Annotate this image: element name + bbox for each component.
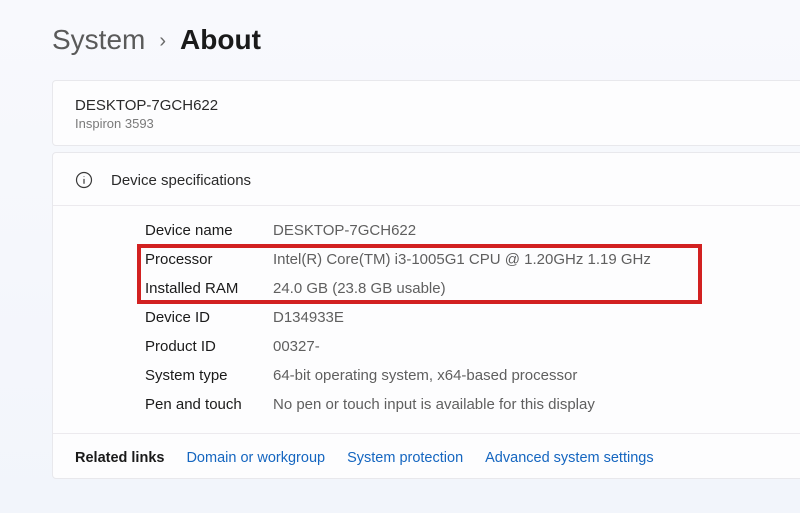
row-system-type: System type 64-bit operating system, x64… xyxy=(145,361,789,390)
row-product-id: Product ID 00327- xyxy=(145,332,789,361)
device-model: Inspiron 3593 xyxy=(75,116,789,131)
info-icon xyxy=(75,171,93,189)
breadcrumb: System › About xyxy=(52,24,800,56)
device-card: DESKTOP-7GCH622 Inspiron 3593 xyxy=(52,80,800,146)
value-pen-touch: No pen or touch input is available for t… xyxy=(273,396,595,413)
label-device-name: Device name xyxy=(145,222,273,239)
related-links-label: Related links xyxy=(75,450,164,466)
specs-body: Device name DESKTOP-7GCH622 Processor In… xyxy=(53,206,800,433)
specs-header[interactable]: Device specifications xyxy=(53,153,800,206)
value-installed-ram: 24.0 GB (23.8 GB usable) xyxy=(273,280,446,297)
label-pen-touch: Pen and touch xyxy=(145,396,273,413)
breadcrumb-parent[interactable]: System xyxy=(52,24,145,56)
chevron-right-icon: › xyxy=(159,30,166,53)
link-domain-workgroup[interactable]: Domain or workgroup xyxy=(186,450,325,466)
label-product-id: Product ID xyxy=(145,338,273,355)
value-product-id: 00327- xyxy=(273,338,320,355)
value-system-type: 64-bit operating system, x64-based proce… xyxy=(273,367,577,384)
row-pen-touch: Pen and touch No pen or touch input is a… xyxy=(145,390,789,419)
label-processor: Processor xyxy=(145,251,273,268)
breadcrumb-current: About xyxy=(180,24,261,56)
label-system-type: System type xyxy=(145,367,273,384)
related-links-bar: Related links Domain or workgroup System… xyxy=(53,433,800,478)
value-processor: Intel(R) Core(TM) i3-1005G1 CPU @ 1.20GH… xyxy=(273,251,651,268)
device-specifications-card: Device specifications Device name DESKTO… xyxy=(52,152,800,479)
row-installed-ram: Installed RAM 24.0 GB (23.8 GB usable) xyxy=(145,274,789,303)
value-device-id: D134933E xyxy=(273,309,344,326)
row-processor: Processor Intel(R) Core(TM) i3-1005G1 CP… xyxy=(145,245,789,274)
device-name: DESKTOP-7GCH622 xyxy=(75,97,789,114)
row-device-id: Device ID D134933E xyxy=(145,303,789,332)
link-advanced-system-settings[interactable]: Advanced system settings xyxy=(485,450,653,466)
about-page: System › About DESKTOP-7GCH622 Inspiron … xyxy=(0,0,800,479)
link-system-protection[interactable]: System protection xyxy=(347,450,463,466)
specs-title: Device specifications xyxy=(111,172,251,189)
row-device-name: Device name DESKTOP-7GCH622 xyxy=(145,216,789,245)
label-installed-ram: Installed RAM xyxy=(145,280,273,297)
value-device-name: DESKTOP-7GCH622 xyxy=(273,222,416,239)
label-device-id: Device ID xyxy=(145,309,273,326)
